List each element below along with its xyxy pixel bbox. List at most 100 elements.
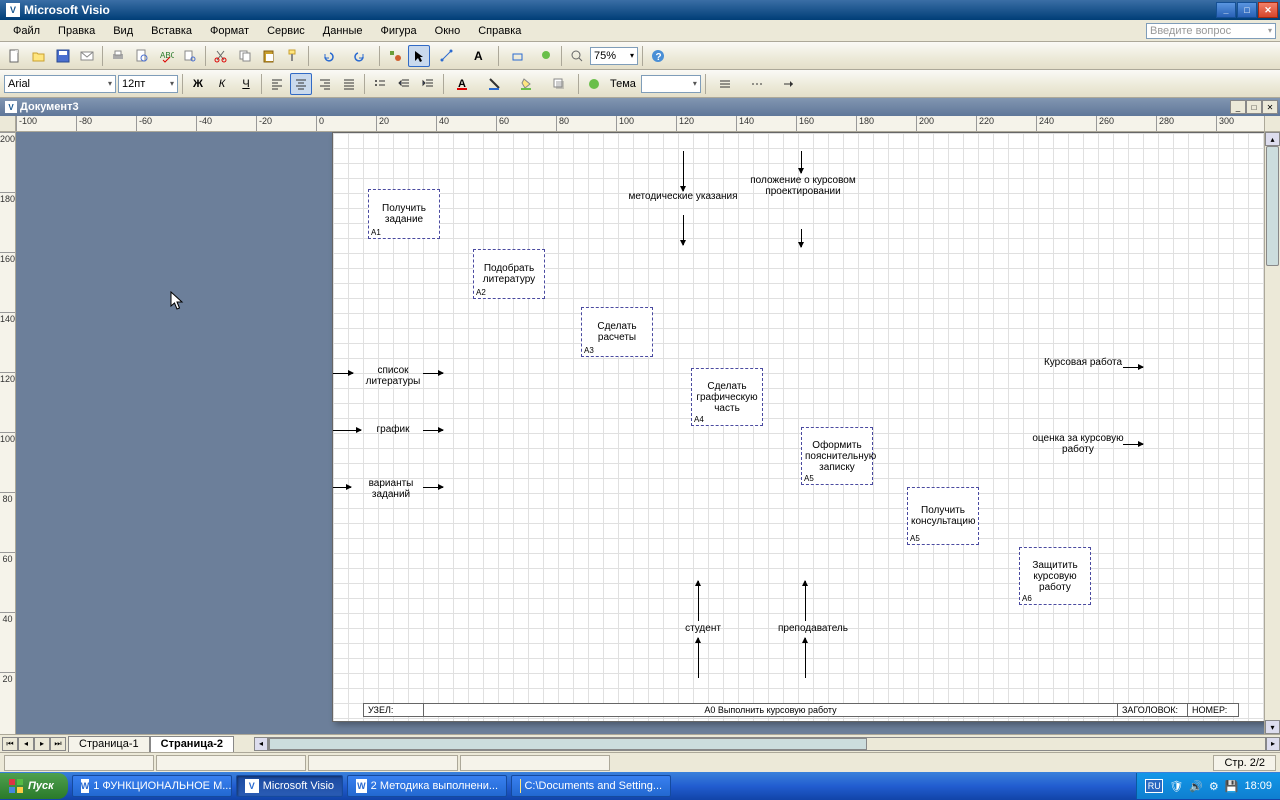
- menu-shape[interactable]: Фигура: [372, 23, 426, 39]
- page-tab-2[interactable]: Страница-2: [150, 736, 234, 752]
- line-color-button[interactable]: [480, 73, 510, 95]
- scroll-up-button[interactable]: ▴: [1265, 132, 1280, 146]
- block-a5b[interactable]: Получить консультациюА5: [907, 487, 979, 545]
- align-center-button[interactable]: [290, 73, 312, 95]
- taskbar-item-4[interactable]: C:\Documents and Setting...: [511, 775, 671, 797]
- block-a5[interactable]: Оформить пояснительную запискуА5: [801, 427, 873, 485]
- cut-button[interactable]: [210, 45, 232, 67]
- page-tab-1[interactable]: Страница-1: [68, 736, 150, 752]
- shadow-button[interactable]: [544, 73, 574, 95]
- menu-format[interactable]: Формат: [201, 23, 258, 39]
- zoom-combo[interactable]: 75%▾: [590, 47, 638, 65]
- line-weight-button[interactable]: [710, 73, 740, 95]
- menu-help[interactable]: Справка: [469, 23, 530, 39]
- menu-tools[interactable]: Сервис: [258, 23, 314, 39]
- print-preview-button[interactable]: [131, 45, 153, 67]
- line-ends-button[interactable]: [774, 73, 804, 95]
- line-pattern-button[interactable]: [742, 73, 772, 95]
- increase-indent-button[interactable]: [417, 73, 439, 95]
- format-painter-button[interactable]: [282, 45, 304, 67]
- clock[interactable]: 18:09: [1244, 780, 1272, 792]
- copy-button[interactable]: [234, 45, 256, 67]
- block-a1[interactable]: Получить заданиеА1: [368, 189, 440, 239]
- tab-nav-next[interactable]: ▸: [34, 737, 50, 751]
- align-right-button[interactable]: [314, 73, 336, 95]
- research-button[interactable]: [179, 45, 201, 67]
- pointer-tool-button[interactable]: [408, 45, 430, 67]
- block-a4[interactable]: Сделать графическую частьА4: [691, 368, 763, 426]
- paste-button[interactable]: [258, 45, 280, 67]
- vertical-ruler[interactable]: 20018016014012010080604020: [0, 132, 16, 734]
- tab-nav-last[interactable]: ⏭: [50, 737, 66, 751]
- align-justify-button[interactable]: [338, 73, 360, 95]
- start-button[interactable]: Пуск: [0, 773, 68, 799]
- mail-button[interactable]: [76, 45, 98, 67]
- hscroll-left-button[interactable]: ◂: [254, 737, 268, 751]
- block-a6[interactable]: Защитить курсовую работуА6: [1019, 547, 1091, 605]
- help-button[interactable]: ?: [647, 45, 669, 67]
- tray-icon-3[interactable]: ⚙: [1209, 780, 1219, 793]
- text-tool-button[interactable]: A: [464, 45, 494, 67]
- scroll-down-button[interactable]: ▾: [1265, 720, 1280, 734]
- menu-view[interactable]: Вид: [104, 23, 142, 39]
- tab-nav-first[interactable]: ⏮: [2, 737, 18, 751]
- minimize-button[interactable]: _: [1216, 2, 1236, 18]
- hscroll-right-button[interactable]: ▸: [1266, 737, 1280, 751]
- vertical-scrollbar[interactable]: ▴ ▾: [1264, 132, 1280, 734]
- menu-data[interactable]: Данные: [314, 23, 372, 39]
- doc-close-button[interactable]: ✕: [1262, 100, 1278, 114]
- taskbar-item-2[interactable]: VMicrosoft Visio: [236, 775, 343, 797]
- font-size-combo[interactable]: 12пт▾: [118, 75, 178, 93]
- menu-file[interactable]: Файл: [4, 23, 49, 39]
- horizontal-scrollbar[interactable]: [268, 737, 1266, 751]
- save-button[interactable]: [52, 45, 74, 67]
- theme-combo[interactable]: ▾: [641, 75, 701, 93]
- tray-icon-2[interactable]: 🔊: [1189, 780, 1203, 793]
- underline-button[interactable]: Ч: [235, 73, 257, 95]
- decrease-indent-button[interactable]: [393, 73, 415, 95]
- taskbar-item-3[interactable]: W2 Методика выполнени...: [347, 775, 507, 797]
- vscroll-thumb[interactable]: [1266, 146, 1279, 266]
- redo-button[interactable]: [345, 45, 375, 67]
- ask-question-box[interactable]: Введите вопрос▾: [1146, 23, 1276, 39]
- theme-icon[interactable]: [583, 73, 605, 95]
- tray-icon-1[interactable]: 🛡: [1169, 780, 1183, 793]
- bullets-button[interactable]: [369, 73, 391, 95]
- label-prepod: преподаватель: [763, 623, 863, 634]
- zoom-out-icon[interactable]: [566, 45, 588, 67]
- undo-button[interactable]: [313, 45, 343, 67]
- block-a3[interactable]: Сделать расчетыА3: [581, 307, 653, 357]
- print-button[interactable]: [107, 45, 129, 67]
- open-button[interactable]: [28, 45, 50, 67]
- tray-icon-4[interactable]: 💾: [1225, 780, 1239, 793]
- language-indicator[interactable]: RU: [1145, 779, 1163, 793]
- shapes-button[interactable]: [384, 45, 406, 67]
- drawing-tools-button[interactable]: [503, 45, 533, 67]
- menu-window[interactable]: Окно: [426, 23, 470, 39]
- italic-button[interactable]: К: [211, 73, 233, 95]
- hscroll-thumb[interactable]: [269, 738, 867, 750]
- menu-insert[interactable]: Вставка: [142, 23, 201, 39]
- taskbar-item-1[interactable]: W1 ФУНКЦИОНАЛЬНОЕ М...: [72, 775, 232, 797]
- arrow-position-bot: [801, 229, 802, 247]
- menu-edit[interactable]: Правка: [49, 23, 104, 39]
- connector-tool-button[interactable]: [432, 45, 462, 67]
- drawing-page[interactable]: Получить заданиеА1 Подобрать литературуА…: [332, 132, 1264, 722]
- spelling-button[interactable]: ABC: [155, 45, 177, 67]
- tab-nav-prev[interactable]: ◂: [18, 737, 34, 751]
- block-a2[interactable]: Подобрать литературуА2: [473, 249, 545, 299]
- font-name-combo[interactable]: Arial▾: [4, 75, 116, 93]
- fill-color-button[interactable]: [535, 45, 557, 67]
- new-button[interactable]: [4, 45, 26, 67]
- bold-button[interactable]: Ж: [187, 73, 209, 95]
- font-color-button[interactable]: A: [448, 73, 478, 95]
- doc-restore-button[interactable]: □: [1246, 100, 1262, 114]
- drawing-canvas[interactable]: Получить заданиеА1 Подобрать литературуА…: [16, 132, 1264, 734]
- close-button[interactable]: ✕: [1258, 2, 1278, 18]
- fill-bucket-button[interactable]: [512, 73, 542, 95]
- restore-button[interactable]: □: [1237, 2, 1257, 18]
- ruler-corner: [0, 116, 16, 131]
- align-left-button[interactable]: [266, 73, 288, 95]
- doc-minimize-button[interactable]: _: [1230, 100, 1246, 114]
- horizontal-ruler[interactable]: -100-80-60-40-20020406080100120140160180…: [16, 116, 1264, 131]
